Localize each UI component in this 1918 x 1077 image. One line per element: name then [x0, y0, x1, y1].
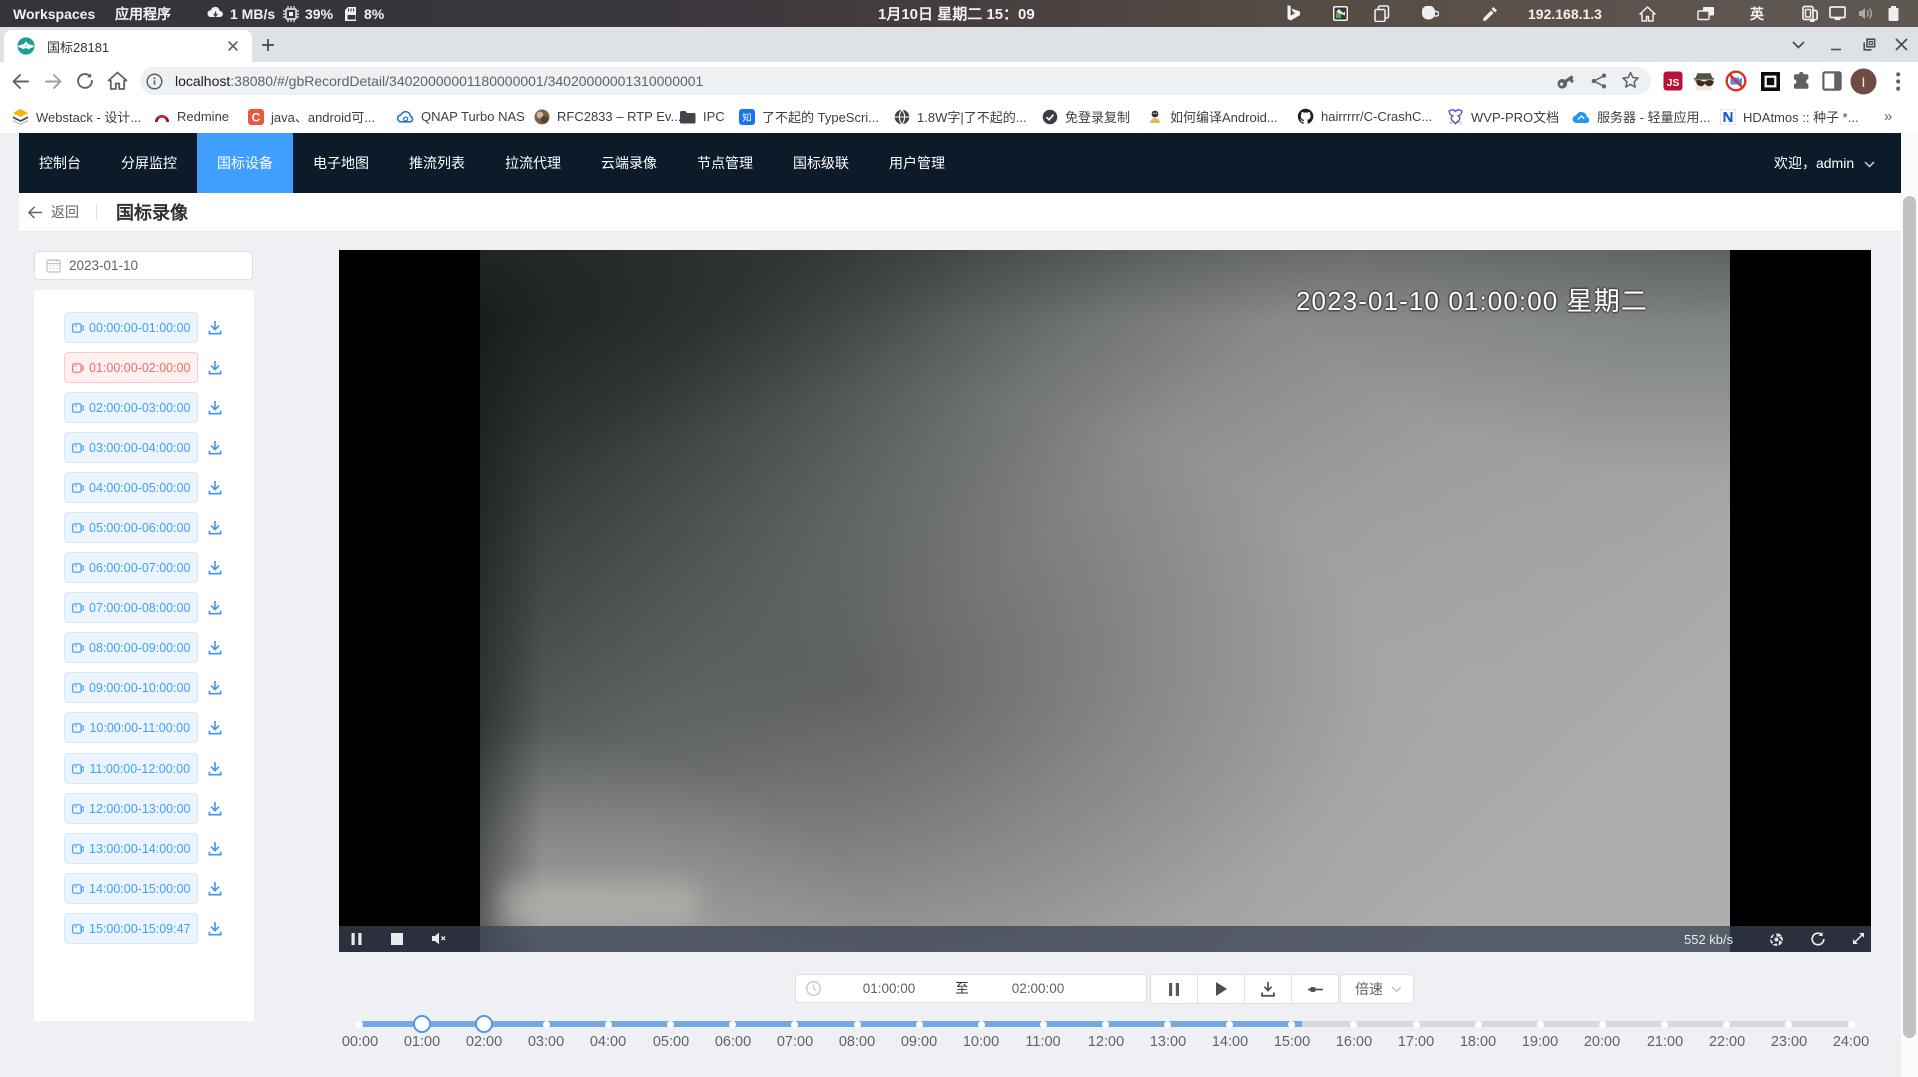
svg-text:C: C	[252, 110, 261, 124]
svg-text:WVP-PRO: WVP-PRO	[1449, 121, 1461, 125]
svg-text:JS: JS	[1667, 77, 1680, 89]
svg-text:I: I	[1861, 74, 1865, 90]
svg-text:知: 知	[742, 112, 752, 124]
